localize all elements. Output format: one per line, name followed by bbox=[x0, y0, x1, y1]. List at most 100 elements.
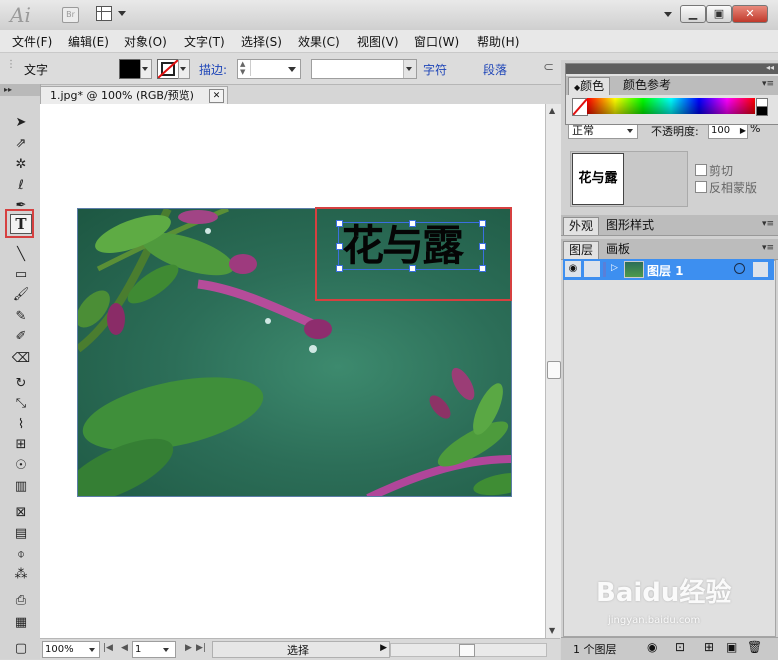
handle-tr[interactable] bbox=[479, 220, 486, 227]
paintbrush-icon[interactable]: 🖌 bbox=[11, 286, 31, 304]
arrange-documents-button[interactable] bbox=[96, 6, 126, 22]
horizontal-scrollbar[interactable] bbox=[390, 643, 547, 657]
layer-row[interactable]: ◉ ▷ 图层 1 bbox=[563, 259, 774, 280]
expand-arrow-icon[interactable]: ▷ bbox=[611, 263, 618, 273]
object-thumbnail[interactable]: 花与露 bbox=[572, 153, 624, 205]
handle-ml[interactable] bbox=[336, 243, 343, 250]
restore-button[interactable]: ▣ bbox=[706, 5, 732, 23]
last-page-icon[interactable]: ▶| bbox=[196, 643, 206, 653]
new-sublayer-icon[interactable]: ⊞ bbox=[704, 640, 714, 654]
clip-checkbox[interactable] bbox=[695, 164, 707, 176]
canvas-area[interactable]: 花与露 bbox=[40, 104, 545, 638]
menu-select[interactable]: 选择(S) bbox=[241, 33, 282, 50]
direct-selection-icon[interactable]: ⇗ bbox=[11, 135, 31, 153]
color-spectrum[interactable] bbox=[587, 98, 755, 114]
slice-icon[interactable]: ⎙ bbox=[11, 592, 31, 610]
stroke-color-swatch[interactable] bbox=[157, 59, 179, 79]
mesh-icon[interactable]: ⊠ bbox=[11, 504, 31, 522]
target-icon[interactable] bbox=[734, 263, 745, 274]
blend-icon[interactable]: ⁂ bbox=[11, 566, 31, 584]
menu-window[interactable]: 窗口(W) bbox=[414, 33, 459, 50]
handle-mr[interactable] bbox=[479, 243, 486, 250]
pencil-icon[interactable]: ✎ bbox=[11, 308, 31, 326]
workspace-dropdown-icon[interactable] bbox=[664, 12, 672, 17]
line-icon[interactable]: ╲ bbox=[11, 246, 31, 264]
type-icon[interactable]: T bbox=[10, 214, 32, 234]
warp-icon[interactable]: ⌇ bbox=[11, 416, 31, 434]
stroke-dropdown[interactable] bbox=[178, 59, 190, 79]
bridge-button[interactable]: Br bbox=[62, 7, 79, 23]
vertical-scrollbar[interactable]: ▲ ▼ bbox=[545, 104, 561, 638]
minimize-button[interactable]: ▁ bbox=[680, 5, 706, 23]
blend-mode-select[interactable]: 正常 bbox=[568, 123, 638, 139]
first-page-icon[interactable]: |◀ bbox=[103, 643, 113, 653]
invert-mask-checkbox[interactable] bbox=[695, 181, 707, 193]
black-swatch[interactable] bbox=[756, 106, 768, 116]
menu-type[interactable]: 文字(T) bbox=[184, 33, 225, 50]
document-tab[interactable]: 1.jpg* @ 100% (RGB/预览) ✕ bbox=[40, 86, 228, 105]
tab-artboards[interactable]: 画板 bbox=[601, 241, 635, 258]
handle-bc[interactable] bbox=[409, 265, 416, 272]
vertical-scroll-thumb[interactable] bbox=[547, 361, 561, 379]
handle-bl[interactable] bbox=[336, 265, 343, 272]
trash-icon[interactable]: 🗑 bbox=[747, 640, 762, 654]
screen-mode-icon[interactable]: ▢ bbox=[11, 640, 31, 658]
status-menu-icon[interactable]: ▶ bbox=[380, 643, 387, 653]
locate-object-icon[interactable]: ◉ bbox=[647, 640, 657, 654]
character-link[interactable]: 字符 bbox=[423, 61, 447, 78]
tools-panel-header[interactable]: ▸▸ bbox=[0, 84, 40, 96]
menu-help[interactable]: 帮助(H) bbox=[477, 33, 519, 50]
color-panel-header[interactable]: ◂◂ bbox=[566, 63, 778, 74]
fill-color-swatch[interactable] bbox=[119, 59, 141, 79]
lasso-icon[interactable]: ℓ bbox=[11, 177, 31, 195]
menu-edit[interactable]: 编辑(E) bbox=[68, 33, 109, 50]
eye-icon[interactable]: ◉ bbox=[565, 261, 581, 277]
rotate-icon[interactable]: ↻ bbox=[11, 375, 31, 393]
fill-dropdown[interactable] bbox=[140, 59, 152, 79]
opacity-arrow-icon[interactable]: ▶ bbox=[740, 124, 746, 138]
rectangle-icon[interactable]: ▭ bbox=[11, 266, 31, 284]
panel-menu-icon[interactable]: ▾≡ bbox=[762, 219, 774, 229]
next-page-icon[interactable]: ▶ bbox=[185, 643, 192, 653]
font-style-dropdown[interactable] bbox=[403, 60, 416, 78]
handle-tl[interactable] bbox=[336, 220, 343, 227]
opacity-field[interactable]: 100 ▶ bbox=[708, 123, 748, 139]
none-swatch[interactable] bbox=[572, 98, 588, 116]
paragraph-link[interactable]: 段落 bbox=[483, 61, 507, 78]
horizontal-scroll-thumb[interactable] bbox=[459, 644, 475, 657]
blob-brush-icon[interactable]: ✐ bbox=[11, 328, 31, 346]
menu-view[interactable]: 视图(V) bbox=[357, 33, 399, 50]
tab-appearance[interactable]: 外观 bbox=[563, 217, 600, 235]
tab-color[interactable]: ◆颜色 bbox=[568, 77, 611, 95]
magic-wand-icon[interactable]: ✲ bbox=[11, 156, 31, 174]
scale-icon[interactable]: ⤡ bbox=[11, 395, 31, 413]
menu-file[interactable]: 文件(F) bbox=[12, 33, 52, 50]
selection-indicator[interactable] bbox=[753, 262, 768, 277]
symbol-sprayer-icon[interactable]: ☉ bbox=[11, 457, 31, 475]
close-tab-icon[interactable]: ✕ bbox=[209, 89, 224, 103]
font-style-field[interactable] bbox=[311, 59, 417, 79]
selection-icon[interactable]: ➤ bbox=[11, 114, 31, 132]
scroll-up-icon[interactable]: ▲ bbox=[549, 106, 555, 115]
tab-color-guide[interactable]: 颜色参考 bbox=[618, 77, 676, 94]
zoom-field[interactable]: 100% bbox=[42, 641, 100, 658]
prev-page-icon[interactable]: ◀ bbox=[121, 643, 128, 653]
menu-object[interactable]: 对象(O) bbox=[124, 33, 167, 50]
stroke-weight-field[interactable]: ▲ ▼ bbox=[237, 59, 301, 79]
text-bounding-box[interactable] bbox=[336, 220, 486, 272]
page-field[interactable]: 1 bbox=[132, 641, 176, 658]
new-layer-icon[interactable]: ▣ bbox=[726, 640, 737, 654]
handle-br[interactable] bbox=[479, 265, 486, 272]
stepper-icon[interactable]: ▲ ▼ bbox=[240, 60, 251, 76]
layers-menu-icon[interactable]: ▾≡ bbox=[762, 243, 774, 253]
layer-name[interactable]: 图层 1 bbox=[647, 262, 684, 279]
collapse-icon[interactable]: ◂◂ bbox=[766, 63, 774, 72]
bridge-panel-icon[interactable]: ⊂ bbox=[543, 60, 554, 75]
status-display[interactable]: 选择 ▶ bbox=[212, 641, 390, 658]
scroll-down-icon[interactable]: ▼ bbox=[549, 626, 555, 635]
lock-toggle[interactable] bbox=[584, 261, 600, 277]
stroke-label[interactable]: 描边: bbox=[199, 61, 227, 78]
eraser-icon[interactable]: ⌫ bbox=[11, 350, 31, 368]
gradient-icon[interactable]: ▤ bbox=[11, 525, 31, 543]
free-transform-icon[interactable]: ⊞ bbox=[11, 436, 31, 454]
